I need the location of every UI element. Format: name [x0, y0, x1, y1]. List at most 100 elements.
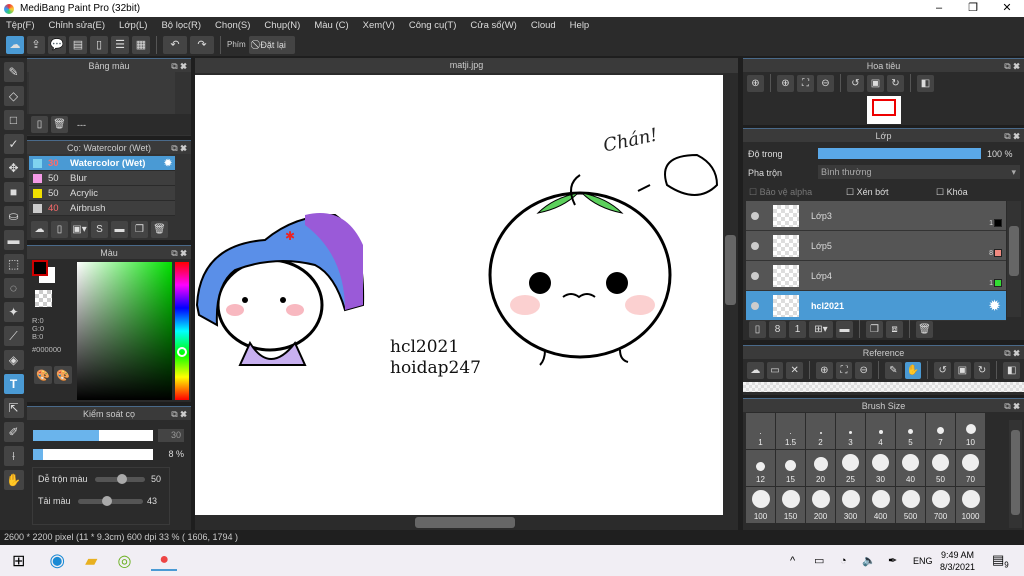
dot-tool-icon[interactable]: ✓: [3, 134, 24, 154]
file-explorer-icon[interactable]: ▰: [85, 551, 97, 571]
eyedropper-icon[interactable]: ⟊: [3, 446, 24, 466]
brush-size-cell[interactable]: 3: [836, 413, 865, 449]
gear-icon[interactable]: ✹: [164, 158, 172, 169]
layer-opacity-slider[interactable]: [818, 148, 981, 159]
mix-slider[interactable]: [95, 474, 145, 484]
menu-item[interactable]: Xem(V): [363, 20, 395, 31]
brush-size-cell[interactable]: 400: [866, 487, 895, 523]
trash-icon[interactable]: 🗑: [151, 221, 168, 238]
transparent-swatch[interactable]: [35, 290, 52, 307]
share-icon[interactable]: ⇪: [27, 35, 45, 54]
notification-icon[interactable]: ▤9: [992, 552, 1009, 570]
folder-icon[interactable]: ▬: [111, 221, 128, 238]
clip-checkbox[interactable]: ☐ Xén bớt: [846, 187, 889, 198]
brush-size-cell[interactable]: 70: [956, 450, 985, 486]
brush-size-cell[interactable]: 1.5: [776, 413, 805, 449]
close-icon[interactable]: ⧉ ✖: [171, 407, 187, 421]
folder-icon[interactable]: ▬: [836, 320, 853, 338]
medibang-taskbar-icon[interactable]: ●: [151, 551, 178, 571]
new-layer-icon[interactable]: ▯: [749, 320, 766, 338]
cloud-icon[interactable]: ☁: [747, 361, 764, 379]
menu-item[interactable]: Màu (C): [314, 20, 348, 31]
list-icon[interactable]: ☰: [111, 35, 129, 54]
reset-rotation-icon[interactable]: ▣: [867, 74, 884, 92]
brush-size-cell[interactable]: 300: [836, 487, 865, 523]
rectangle-tool-icon[interactable]: □: [3, 110, 24, 130]
brush-size-cell[interactable]: 5: [896, 413, 925, 449]
close-icon[interactable]: ✕: [786, 361, 804, 379]
navigator-preview[interactable]: [867, 96, 901, 124]
zoom-out-icon[interactable]: ⊖: [855, 361, 873, 379]
palette-settings-icon[interactable]: 🎨: [54, 366, 72, 384]
brush-size-cell[interactable]: 20: [806, 450, 835, 486]
close-icon[interactable]: ⧉ ✖: [171, 246, 187, 260]
hand-icon[interactable]: ✋: [904, 361, 922, 379]
brush-size-cell[interactable]: 150: [776, 487, 805, 523]
merge-layer-icon[interactable]: ⧈: [886, 320, 903, 338]
volume-icon[interactable]: 🔈: [862, 554, 876, 567]
eraser-tool-icon[interactable]: ◇: [3, 86, 24, 106]
operation-tool-icon[interactable]: ⇱: [3, 398, 24, 418]
select-pen-icon[interactable]: ⟋: [3, 326, 24, 346]
tab-document[interactable]: matji.jpg: [195, 58, 738, 73]
windows-start-icon[interactable]: ⊞: [12, 551, 25, 571]
wifi-icon[interactable]: ◔: [840, 555, 847, 567]
brush-size-scrollbar[interactable]: [1009, 420, 1022, 528]
rotate-right-icon[interactable]: ↻: [887, 74, 904, 92]
zoom-actual-icon[interactable]: ⊕: [747, 74, 764, 92]
layer-row[interactable]: Lớp3 1: [746, 201, 1006, 231]
edge-icon[interactable]: ◉: [49, 550, 65, 571]
page-icon[interactable]: ▯: [90, 35, 108, 54]
minimize-button[interactable]: –: [922, 0, 956, 17]
close-icon[interactable]: ⧉ ✖: [1004, 399, 1020, 413]
pen-icon[interactable]: ✒: [888, 554, 897, 567]
comment-icon[interactable]: 💬: [48, 35, 66, 54]
coccoc-icon[interactable]: ◎: [117, 551, 131, 571]
brush-tool-icon[interactable]: ✎: [3, 62, 24, 82]
lock-checkbox[interactable]: ☐ Khóa: [936, 187, 968, 198]
palette-icon[interactable]: 🎨: [34, 366, 52, 384]
brush-size-cell[interactable]: 12: [746, 450, 775, 486]
drawing-canvas[interactable]: ✱ hcl2021 hoidap247 Chán!: [195, 75, 723, 515]
layer-scrollbar[interactable]: [1007, 201, 1021, 317]
brush-size-cell[interactable]: 500: [896, 487, 925, 523]
new-palette-icon[interactable]: ▯: [31, 116, 48, 133]
brush-size-cell[interactable]: 15: [776, 450, 805, 486]
hand-tool-icon[interactable]: ✋: [3, 470, 24, 490]
horizontal-scrollbar[interactable]: [195, 515, 723, 530]
menu-item[interactable]: Lớp(L): [119, 20, 147, 31]
maximize-button[interactable]: ❐: [956, 0, 990, 17]
gear-icon[interactable]: ✹: [989, 298, 1000, 314]
rotate-left-icon[interactable]: ↺: [847, 74, 864, 92]
fill-rect-tool-icon[interactable]: ■: [3, 182, 24, 202]
rotate-right-icon[interactable]: ↻: [973, 361, 991, 379]
brush-size-cell[interactable]: 10: [956, 413, 985, 449]
brush-size-value[interactable]: 30: [158, 429, 184, 442]
message-icon[interactable]: ▤: [69, 35, 87, 54]
grid-icon[interactable]: ▦: [132, 35, 150, 54]
duplicate-icon[interactable]: ❐: [131, 221, 148, 238]
brush-item[interactable]: 50 Acrylic: [29, 186, 175, 201]
visibility-icon[interactable]: [751, 271, 759, 280]
clock[interactable]: 9:49 AM 8/3/2021: [940, 549, 975, 573]
flip-icon[interactable]: ◧: [1003, 361, 1020, 379]
cloud-brush-icon[interactable]: ☁: [31, 221, 48, 238]
move-tool-icon[interactable]: ✥: [3, 158, 24, 178]
layer-row[interactable]: Lớp4 1: [746, 261, 1006, 291]
visibility-icon[interactable]: [751, 301, 759, 310]
text-tool-icon[interactable]: T: [3, 374, 24, 394]
close-icon[interactable]: ⧉ ✖: [1004, 346, 1020, 360]
trash-icon[interactable]: 🗑: [51, 116, 68, 133]
foreground-color-swatch[interactable]: [32, 260, 48, 276]
new-brush-icon[interactable]: ▯: [51, 221, 68, 238]
undo-icon[interactable]: ↶: [163, 35, 187, 54]
brush-item[interactable]: 50 Blur: [29, 171, 175, 186]
layer-row[interactable]: Lớp5 8: [746, 231, 1006, 261]
brush-item[interactable]: 40 Airbrush: [29, 201, 175, 216]
reset-button[interactable]: ⃠Đặt lại: [248, 35, 295, 54]
brush-size-cell[interactable]: 4: [866, 413, 895, 449]
brush-size-cell[interactable]: 200: [806, 487, 835, 523]
select-eraser-icon[interactable]: ◈: [3, 350, 24, 370]
menu-item[interactable]: Công cụ(T): [409, 20, 457, 31]
visibility-icon[interactable]: [751, 211, 759, 220]
